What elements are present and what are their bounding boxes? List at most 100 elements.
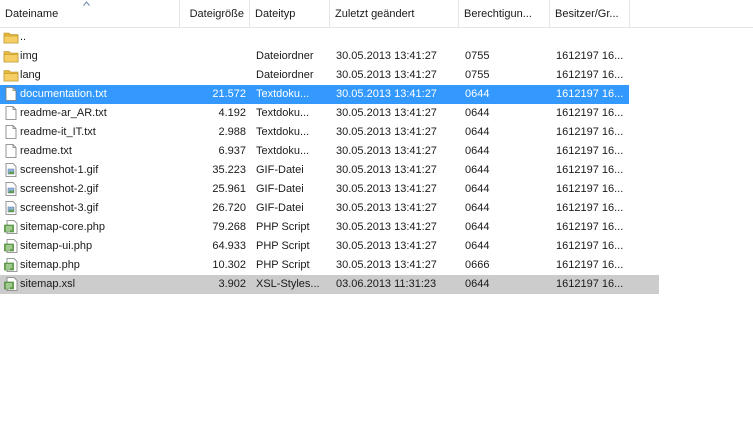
file-size — [178, 28, 246, 47]
file-owner: 1612197 16... — [556, 164, 624, 176]
file-owner — [556, 28, 628, 47]
file-owner: 1612197 16... — [556, 183, 624, 195]
text-file-icon — [3, 105, 19, 121]
table-row[interactable]: screenshot-1.gif 35.223 GIF-Datei 30.05.201… — [0, 161, 629, 180]
column-header-permissions[interactable]: Berechtigun... — [459, 0, 550, 27]
file-permissions: 0755 — [465, 50, 490, 62]
table-row[interactable]: .. — [0, 28, 629, 47]
file-size: 64.933 — [212, 240, 246, 252]
file-type: Textdoku... — [256, 126, 310, 138]
file-name: .. — [20, 31, 27, 43]
file-owner: 1612197 16... — [556, 69, 624, 81]
file-name: sitemap-core.php — [20, 221, 105, 233]
file-type: GIF-Datei — [256, 164, 304, 176]
file-modified: 30.05.2013 13:41:27 — [336, 240, 437, 252]
file-modified: 03.06.2013 11:31:23 — [336, 278, 437, 290]
file-type: Textdoku... — [256, 145, 310, 157]
image-file-icon — [3, 200, 19, 216]
file-permissions: 0644 — [465, 107, 490, 119]
script-file-icon — [3, 276, 19, 292]
table-row[interactable]: readme.txt 6.937 Textdoku... 30.05.2013 13:… — [0, 142, 629, 161]
file-size — [178, 47, 246, 66]
sort-ascending-icon — [83, 1, 90, 6]
text-file-icon — [3, 86, 19, 102]
file-owner: 1612197 16... — [556, 259, 624, 271]
file-type: PHP Script — [256, 221, 310, 233]
file-name: sitemap-ui.php — [20, 240, 93, 252]
file-size: 21.572 — [212, 88, 246, 100]
file-owner: 1612197 16... — [556, 278, 624, 290]
file-size: 10.302 — [212, 259, 246, 271]
column-header-owner[interactable]: Besitzer/Gr... — [550, 0, 630, 27]
file-size: 4.192 — [218, 107, 246, 119]
file-size: 35.223 — [212, 164, 246, 176]
column-header-filesize[interactable]: Dateigröße — [180, 0, 250, 27]
table-row[interactable]: readme-it_IT.txt 2.988 Textdoku... 30.05.20… — [0, 123, 629, 142]
file-owner: 1612197 16... — [556, 126, 624, 138]
table-row[interactable]: img Dateiordner 30.05.2013 13:41:27 0755 161… — [0, 47, 629, 66]
table-row[interactable]: sitemap.xsl 3.902 XSL-Styles... 03.06.2013 … — [0, 275, 659, 294]
file-size: 2.988 — [218, 126, 246, 138]
script-file-icon — [3, 219, 19, 235]
file-modified: 30.05.2013 13:41:27 — [336, 221, 437, 233]
file-modified: 30.05.2013 13:41:27 — [336, 145, 437, 157]
column-header-filetype[interactable]: Dateityp — [250, 0, 330, 27]
file-permissions: 0644 — [465, 126, 490, 138]
file-size: 3.902 — [218, 278, 246, 290]
file-permissions: 0644 — [465, 221, 490, 233]
file-type: PHP Script — [256, 240, 310, 252]
file-permissions: 0644 — [465, 164, 490, 176]
file-type — [256, 28, 328, 47]
column-header-filename[interactable]: Dateiname — [0, 0, 180, 27]
file-name: lang — [20, 69, 41, 81]
file-name: screenshot-1.gif — [20, 164, 99, 176]
file-name: readme.txt — [20, 145, 72, 157]
text-file-icon — [3, 124, 19, 140]
table-row[interactable]: lang Dateiordner 30.05.2013 13:41:27 0755 16… — [0, 66, 629, 85]
file-size: 79.268 — [212, 221, 246, 233]
file-owner: 1612197 16... — [556, 221, 624, 233]
file-permissions: 0644 — [465, 183, 490, 195]
file-modified: 30.05.2013 13:41:27 — [336, 126, 437, 138]
file-permissions — [465, 28, 547, 47]
table-row[interactable]: screenshot-3.gif 26.720 GIF-Datei 30.05.201… — [0, 199, 629, 218]
file-owner: 1612197 16... — [556, 88, 624, 100]
folder-icon — [3, 48, 19, 64]
file-permissions: 0666 — [465, 259, 490, 271]
file-size — [178, 66, 246, 85]
column-header-label: Dateityp — [255, 8, 296, 20]
column-header-label: Dateiname — [5, 8, 59, 20]
file-modified — [336, 28, 458, 47]
file-permissions: 0644 — [465, 278, 490, 290]
file-owner: 1612197 16... — [556, 107, 624, 119]
column-header-label: Besitzer/Gr... — [555, 8, 619, 20]
folder-up-icon — [3, 29, 19, 45]
table-row[interactable]: sitemap.php 10.302 PHP Script 30.05.2013 13… — [0, 256, 629, 275]
file-type: Textdoku... — [256, 107, 310, 119]
table-row[interactable]: documentation.txt 21.572 Textdoku... 30.05.… — [0, 85, 629, 104]
table-row[interactable]: sitemap-core.php 79.268 PHP Script 30.05.20… — [0, 218, 629, 237]
file-name: screenshot-3.gif — [20, 202, 99, 214]
file-name: img — [20, 50, 38, 62]
file-owner: 1612197 16... — [556, 50, 624, 62]
script-file-icon — [3, 238, 19, 254]
file-modified: 30.05.2013 13:41:27 — [336, 69, 437, 81]
file-name: screenshot-2.gif — [20, 183, 99, 195]
file-modified: 30.05.2013 13:41:27 — [336, 107, 437, 119]
column-header-modified[interactable]: Zuletzt geändert — [330, 0, 459, 27]
table-row[interactable]: readme-ar_AR.txt 4.192 Textdoku... 30.05.20… — [0, 104, 629, 123]
file-permissions: 0644 — [465, 145, 490, 157]
file-type: GIF-Datei — [256, 202, 304, 214]
table-row[interactable]: sitemap-ui.php 64.933 PHP Script 30.05.2013… — [0, 237, 629, 256]
file-modified: 30.05.2013 13:41:27 — [336, 183, 437, 195]
file-permissions: 0755 — [465, 69, 490, 81]
file-name: sitemap.xsl — [20, 278, 76, 290]
file-size: 26.720 — [212, 202, 246, 214]
file-permissions: 0644 — [465, 88, 490, 100]
image-file-icon — [3, 181, 19, 197]
table-row[interactable]: screenshot-2.gif 25.961 GIF-Datei 30.05.201… — [0, 180, 629, 199]
file-name: documentation.txt — [20, 88, 107, 100]
file-type: Dateiordner — [256, 69, 314, 81]
column-header-label: Zuletzt geändert — [335, 8, 415, 20]
column-header-row: Dateiname Dateigröße Dateityp Zuletzt ge… — [0, 0, 753, 28]
